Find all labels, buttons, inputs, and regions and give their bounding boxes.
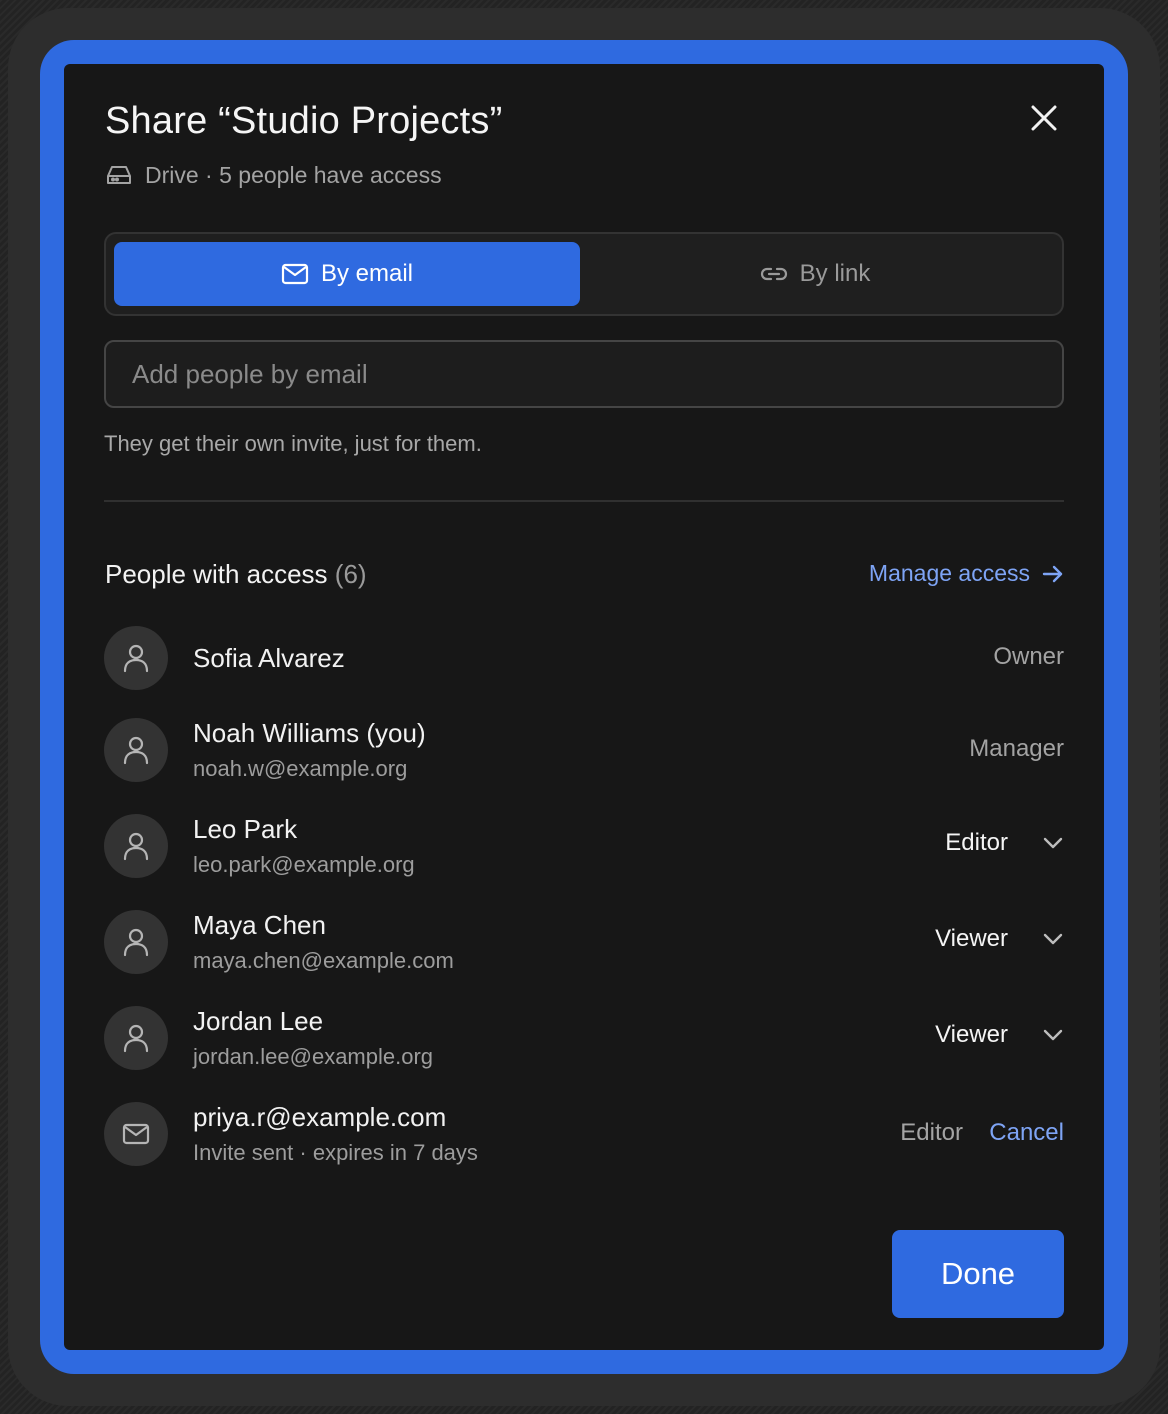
people-section-title: People with access (6) <box>105 559 367 590</box>
dialog-title: Share “Studio Projects” <box>105 100 503 142</box>
role-dropdown-value: Viewer <box>935 925 1008 952</box>
user-icon <box>122 735 150 765</box>
chevron-down-icon <box>1042 1028 1064 1042</box>
email-input[interactable] <box>104 340 1064 408</box>
person-row: Noah Williams (you) noah.w@example.org M… <box>104 718 1064 782</box>
people-count: (6) <box>334 559 367 589</box>
pending-invite-row: priya.r@example.com Invite sent · expire… <box>104 1102 1064 1166</box>
role-dropdown-value: Viewer <box>935 1021 1008 1048</box>
person-row: Maya Chen maya.chen@example.com Viewer <box>104 910 1064 974</box>
role-dropdown[interactable]: Viewer <box>935 925 1064 953</box>
person-email: leo.park@example.org <box>193 852 415 877</box>
role-dropdown[interactable]: Viewer <box>935 1021 1064 1049</box>
tab-by-email[interactable]: By email <box>114 242 580 306</box>
cancel-invite-link[interactable]: Cancel <box>989 1119 1064 1147</box>
person-role: Owner <box>993 643 1064 670</box>
person-email: maya.chen@example.com <box>193 948 454 973</box>
user-icon <box>122 927 150 957</box>
share-mode-tabs: By email By link <box>104 232 1064 316</box>
person-name: Maya Chen <box>193 910 326 940</box>
divider <box>104 500 1064 502</box>
manage-access-link[interactable]: Manage access <box>869 560 1064 587</box>
chevron-down-icon <box>1042 836 1064 850</box>
close-button[interactable] <box>1026 100 1062 136</box>
person-email: jordan.lee@example.org <box>193 1044 434 1069</box>
person-name: Sofia Alvarez <box>193 643 345 673</box>
user-icon <box>122 643 150 673</box>
person-role: Manager <box>969 735 1064 762</box>
section-title-text: People with access <box>105 559 328 589</box>
dialog-subtitle: Drive · 5 people have access <box>105 161 442 189</box>
avatar <box>104 1006 168 1070</box>
user-icon <box>122 831 150 861</box>
person-email: noah.w@example.org <box>193 756 408 781</box>
user-icon <box>122 1023 150 1053</box>
subtitle-text: Drive · 5 people have access <box>145 161 442 188</box>
manage-access-label: Manage access <box>868 560 1030 586</box>
tab-by-link[interactable]: By link <box>582 242 1048 306</box>
role-dropdown[interactable]: Editor <box>945 829 1064 857</box>
tab-label: By email <box>320 260 414 287</box>
invite-email: priya.r@example.com <box>193 1102 447 1132</box>
invite-status: Invite sent · expires in 7 days <box>193 1140 478 1165</box>
avatar <box>104 626 168 690</box>
role-dropdown-value: Editor <box>945 829 1008 856</box>
person-name: Leo Park <box>193 814 298 844</box>
person-row: Sofia Alvarez Owner <box>104 626 1064 690</box>
avatar <box>104 1102 168 1166</box>
mail-icon <box>122 1122 150 1146</box>
mail-icon <box>281 262 309 286</box>
person-name: Jordan Lee <box>193 1006 324 1036</box>
invite-hint: They get their own invite, just for them… <box>104 431 482 456</box>
arrow-right-icon <box>1042 564 1064 584</box>
avatar <box>104 718 168 782</box>
person-name: Noah Williams (you) <box>193 718 426 748</box>
done-button[interactable]: Done <box>892 1230 1064 1318</box>
drive-icon <box>105 161 133 189</box>
link-icon <box>760 264 788 284</box>
avatar <box>104 910 168 974</box>
person-row: Leo Park leo.park@example.org Editor <box>104 814 1064 878</box>
person-row: Jordan Lee jordan.lee@example.org Viewer <box>104 1006 1064 1070</box>
chevron-down-icon <box>1042 932 1064 946</box>
avatar <box>104 814 168 878</box>
close-icon <box>1029 103 1059 133</box>
invite-role: Editor <box>900 1119 963 1146</box>
share-dialog: Share “Studio Projects” Drive · 5 people… <box>64 64 1104 1350</box>
tab-label: By link <box>799 260 871 287</box>
